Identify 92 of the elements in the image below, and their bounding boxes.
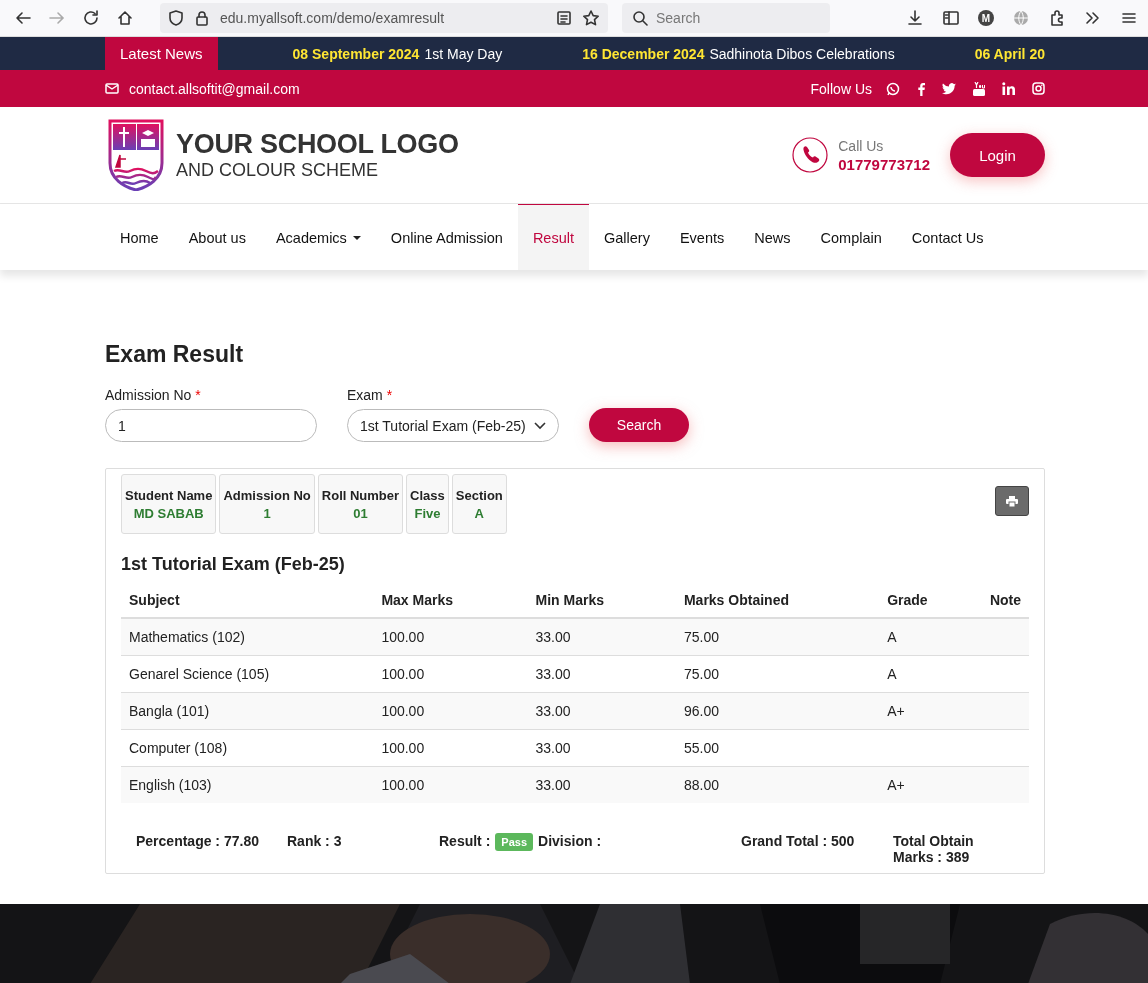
info-label: Section xyxy=(455,488,503,503)
info-label: Class xyxy=(410,488,445,503)
table-cell: 33.00 xyxy=(527,766,676,803)
news-headline[interactable]: Sadhinota Dibos Celebrations xyxy=(709,45,895,62)
overflow-chevrons-icon[interactable] xyxy=(1084,9,1102,27)
facebook-icon[interactable] xyxy=(917,81,925,96)
address-bar[interactable]: edu.myallsoft.com/demo/examresult xyxy=(160,3,608,33)
table-cell: A+ xyxy=(879,766,982,803)
nav-link[interactable]: Online Admission xyxy=(375,204,518,270)
reader-view-icon[interactable] xyxy=(556,10,572,26)
news-date: 08 September 2024 xyxy=(292,45,420,62)
rank-text: Rank : 3 xyxy=(287,833,343,851)
table-cell: English (103) xyxy=(121,766,374,803)
nav-link[interactable]: Home xyxy=(105,204,174,270)
exam-select[interactable]: 1st Tutorial Exam (Feb-25) xyxy=(347,409,559,442)
table-cell: 100.00 xyxy=(373,692,528,730)
required-mark: * xyxy=(386,387,393,403)
search-button[interactable]: Search xyxy=(589,408,689,442)
instagram-icon[interactable] xyxy=(1032,82,1045,95)
total-obtain-marks-text: Total Obtain Marks : 389 xyxy=(893,833,975,865)
info-label: Roll Number xyxy=(321,488,400,503)
phone-number: 01779773712 xyxy=(838,155,930,173)
nav-link[interactable]: Events xyxy=(664,204,740,270)
shield-icon xyxy=(168,10,184,26)
youtube-icon[interactable] xyxy=(973,81,985,96)
email-link[interactable]: contact.allsoftit@gmail.com xyxy=(129,80,300,97)
call-us-label: Call Us xyxy=(838,137,885,154)
logo-title: YOUR SCHOOL LOGO xyxy=(176,131,459,158)
search-field[interactable]: Search xyxy=(622,3,830,33)
table-cell: Bangla (101) xyxy=(121,692,374,730)
school-crest-logo xyxy=(108,119,164,191)
table-cell: A xyxy=(879,618,982,656)
info-value: Five xyxy=(413,506,442,521)
bookmark-star-icon[interactable] xyxy=(582,9,600,27)
nav-link[interactable]: Academics xyxy=(260,204,376,270)
admission-no-field[interactable]: 1 xyxy=(105,409,317,442)
nav-link[interactable]: Contact Us xyxy=(896,204,999,270)
back-icon[interactable] xyxy=(14,9,32,27)
news-label: Latest News xyxy=(105,37,218,70)
table-cell: 100.00 xyxy=(373,766,528,803)
grand-total-text: Grand Total : 500 xyxy=(741,833,856,851)
lock-icon xyxy=(194,10,210,26)
follow-us-label: Follow Us xyxy=(810,80,872,97)
table-cell: 33.00 xyxy=(527,692,676,730)
table-cell: 75.00 xyxy=(675,618,880,656)
table-cell: 88.00 xyxy=(675,766,880,803)
nav-link[interactable]: Complain xyxy=(805,204,897,270)
nav-link[interactable]: News xyxy=(739,204,806,270)
sidebar-icon[interactable] xyxy=(942,9,960,27)
table-cell: 96.00 xyxy=(675,692,880,730)
pass-badge: Pass xyxy=(495,833,534,851)
news-date: 06 April 20 xyxy=(974,45,1045,62)
division-label: Division : xyxy=(538,833,602,849)
info-label: Student Name xyxy=(125,488,213,503)
printer-icon xyxy=(1006,495,1018,507)
phone-icon xyxy=(792,137,829,173)
extensions-icon[interactable] xyxy=(1048,9,1066,27)
home-icon[interactable] xyxy=(116,9,134,27)
required-mark: * xyxy=(195,387,201,403)
info-value: 01 xyxy=(352,506,369,521)
chevron-down-icon xyxy=(534,421,546,430)
profile-avatar[interactable]: M xyxy=(978,10,994,26)
info-value: MD SABAB xyxy=(132,506,205,521)
info-value: A xyxy=(473,506,485,521)
search-icon xyxy=(632,10,648,26)
table-cell: Mathematics (102) xyxy=(121,618,374,656)
twitter-icon[interactable] xyxy=(942,82,956,95)
info-value: 1 xyxy=(262,506,272,521)
caret-icon xyxy=(352,235,361,240)
linkedin-icon[interactable] xyxy=(1002,82,1015,95)
nav-link[interactable]: About us xyxy=(173,204,261,270)
exam-title: 1st Tutorial Exam (Feb-25) xyxy=(121,554,346,575)
logo-subtitle: AND COLOUR SCHEME xyxy=(176,161,380,179)
nav-link[interactable]: Result xyxy=(517,204,589,270)
table-cell: A+ xyxy=(879,692,982,730)
field-label: Exam * xyxy=(347,387,394,403)
table-cell: 33.00 xyxy=(527,618,676,656)
percentage-text: Percentage : 77.80 xyxy=(136,833,260,851)
print-button[interactable] xyxy=(995,486,1029,516)
download-icon[interactable] xyxy=(906,9,924,27)
nav-link[interactable]: Gallery xyxy=(589,204,665,270)
news-headline[interactable]: 1st May Day xyxy=(424,45,503,62)
result-label: Result : xyxy=(439,833,491,849)
news-date: 16 December 2024 xyxy=(582,45,705,62)
reload-icon[interactable] xyxy=(82,9,100,27)
whatsapp-icon[interactable] xyxy=(886,81,900,96)
info-label: Admission No xyxy=(223,488,311,503)
field-label: Admission No * xyxy=(105,387,202,403)
login-button[interactable]: Login xyxy=(950,133,1045,177)
table-cell: 100.00 xyxy=(373,618,528,656)
page-title: Exam Result xyxy=(105,341,244,368)
envelope-icon xyxy=(105,83,119,94)
